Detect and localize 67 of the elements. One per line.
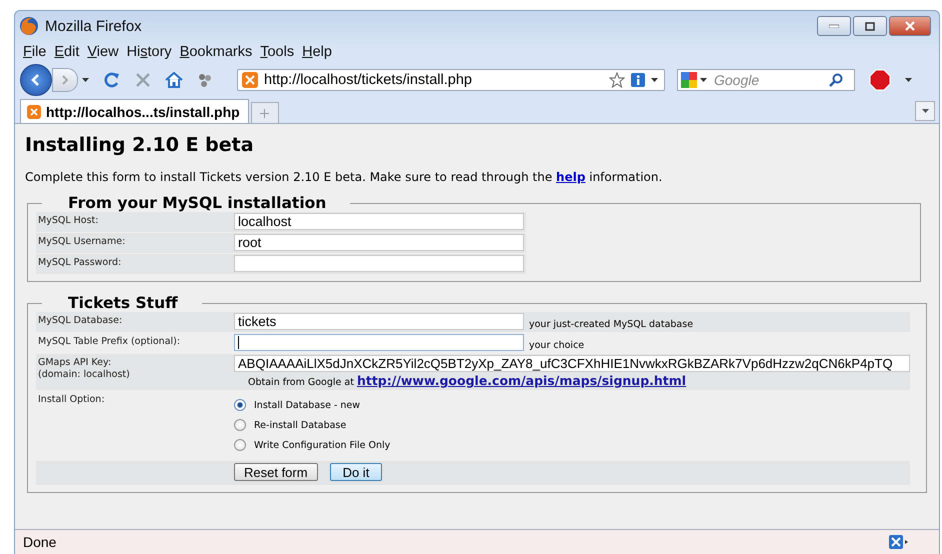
globe-fox-icon — [19, 16, 39, 36]
field-label: MySQL Password: — [37, 256, 122, 269]
field-note: Obtain from Google at http://www.google.com/apis/maps/signup.html — [247, 373, 688, 390]
section-legend: From your MySQL installation — [42, 194, 350, 212]
status-text: Done — [23, 534, 56, 550]
text-field[interactable]: root — [234, 234, 524, 251]
dropdown-icon[interactable] — [905, 78, 912, 82]
reload-icon[interactable] — [103, 71, 121, 89]
text-field[interactable] — [234, 255, 524, 272]
menu-item[interactable]: Bookmarks — [176, 44, 256, 60]
text-field[interactable]: localhost — [234, 213, 524, 230]
menu-item[interactable]: Help — [298, 44, 336, 60]
radio-label: Re-install Database — [254, 420, 346, 430]
dropdown-icon[interactable] — [82, 78, 89, 82]
text-field[interactable]: ABQIAAAAiLlX5dJnXCkZR5Yil2cQ5BT2yXp_ZAY8_ufC3CFXhHIE1NvwkxRGkBZARk7Vp6dHzzw2qCN6kP4pTQ — [234, 355, 910, 372]
menu-item[interactable]: View — [83, 44, 123, 60]
form-button[interactable]: Do it — [330, 463, 382, 481]
close-button[interactable] — [889, 16, 931, 36]
field-label: MySQL Database: — [37, 314, 124, 327]
dropdown-icon[interactable] — [700, 78, 707, 82]
minimize-button[interactable] — [817, 16, 851, 36]
maximize-icon — [865, 22, 875, 30]
menu-item[interactable]: History — [122, 44, 176, 60]
radio-button[interactable] — [234, 439, 246, 451]
field-label: GMaps API Key: (domain: localhost) — [37, 356, 131, 381]
radio-label: Write Configuration File Only — [254, 440, 390, 450]
intro-text: Complete this form to install Tickets version 2.10 E beta. Make sure to read through the help information. — [25, 170, 664, 184]
tab-list-button[interactable] — [915, 101, 935, 121]
status-icon[interactable] — [889, 535, 909, 549]
field-label: MySQL Host: — [37, 214, 100, 227]
dropdown-icon[interactable] — [651, 78, 658, 82]
radio-label: Install Database - new — [254, 400, 360, 410]
page-heading: Installing 2.10 E beta — [25, 134, 255, 156]
text-field[interactable] — [234, 334, 524, 351]
window-title: Mozilla Firefox — [45, 18, 142, 34]
stop-sign-icon[interactable] — [869, 69, 891, 91]
search-icon[interactable] — [829, 73, 843, 87]
search-field[interactable]: Google — [677, 69, 855, 91]
signup-link[interactable]: http://www.google.com/apis/maps/signup.html — [356, 373, 686, 388]
field-label: MySQL Table Prefix (optional): — [37, 335, 182, 348]
dropdown-icon — [922, 109, 928, 113]
radio-button[interactable] — [234, 419, 246, 431]
favicon-icon — [242, 72, 258, 88]
favicon-icon — [27, 104, 41, 118]
molecule-icon[interactable] — [197, 72, 213, 88]
section-legend: Tickets Stuff — [42, 294, 202, 312]
field-label: Install Option: — [37, 393, 106, 406]
field-label: MySQL Username: — [37, 235, 126, 248]
close-icon — [904, 21, 916, 31]
menu-item[interactable]: File — [19, 44, 50, 60]
form-button[interactable]: Reset form — [234, 463, 318, 481]
star-icon[interactable] — [609, 72, 625, 88]
plus-icon — [260, 108, 270, 118]
back-button[interactable] — [20, 64, 52, 96]
help-link[interactable]: help — [556, 170, 586, 184]
menu-item[interactable]: Edit — [50, 44, 84, 60]
menu-item[interactable]: Tools — [256, 44, 298, 60]
field-hint: your just-created MySQL database — [528, 318, 694, 330]
browser-tab[interactable]: http://localhos...ts/install.php — [20, 99, 249, 123]
info-icon[interactable] — [631, 73, 645, 87]
maximize-button[interactable] — [853, 16, 887, 36]
home-icon[interactable] — [165, 72, 183, 88]
address-field[interactable]: http://localhost/tickets/install.php — [237, 69, 665, 91]
radio-button[interactable] — [234, 399, 246, 411]
minimize-icon — [829, 24, 839, 28]
text-field[interactable]: tickets — [234, 313, 524, 330]
field-hint: your choice — [528, 339, 584, 351]
